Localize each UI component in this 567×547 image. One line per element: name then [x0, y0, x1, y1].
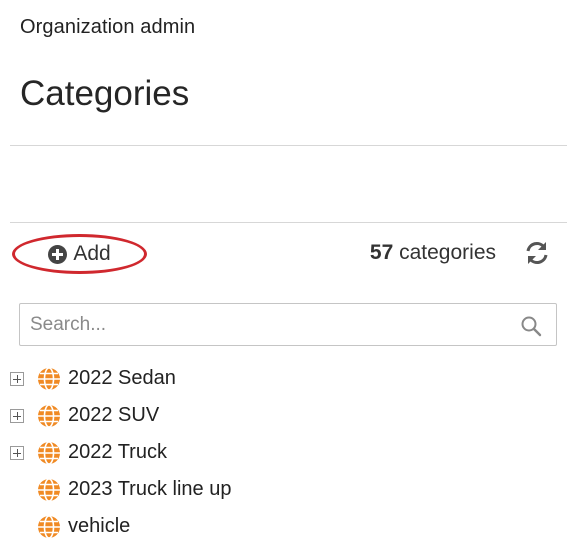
- category-count: 57 categories: [370, 241, 496, 265]
- plus-circle-icon: [48, 244, 68, 264]
- globe-icon: [38, 403, 60, 428]
- globe-icon: [38, 440, 60, 465]
- tree-item-label[interactable]: vehicle: [68, 515, 130, 538]
- add-button-label: Add: [73, 242, 111, 265]
- tree-item[interactable]: 2023 Truck line up: [10, 471, 550, 508]
- expand-icon[interactable]: [10, 408, 24, 423]
- globe-icon: [38, 366, 60, 391]
- globe-icon: [38, 477, 60, 502]
- search-box: [19, 303, 557, 346]
- tree-item-label[interactable]: 2022 SUV: [68, 404, 159, 427]
- search-input[interactable]: [20, 304, 556, 345]
- divider: [10, 222, 567, 223]
- tree-item-label[interactable]: 2022 Truck: [68, 441, 167, 464]
- add-button-content: Add: [48, 242, 111, 266]
- breadcrumb[interactable]: Organization admin: [20, 16, 195, 39]
- tree-item[interactable]: vehicle: [10, 508, 550, 545]
- tree-item[interactable]: 2022 Truck: [10, 434, 550, 471]
- expand-icon[interactable]: [10, 371, 24, 386]
- globe-icon: [38, 514, 60, 539]
- page-title: Categories: [20, 74, 190, 113]
- divider: [10, 145, 567, 146]
- refresh-icon[interactable]: [524, 240, 550, 266]
- tree-item[interactable]: 2022 SUV: [10, 397, 550, 434]
- tree-item-label[interactable]: 2023 Truck line up: [68, 478, 231, 501]
- tree-item-label[interactable]: 2022 Sedan: [68, 367, 176, 390]
- category-count-number: 57: [369, 241, 394, 264]
- search-icon[interactable]: [520, 315, 542, 337]
- expand-icon[interactable]: [10, 445, 24, 460]
- category-tree: 2022 Sedan 2022 SUV 2022 Truck 2023 Truc…: [10, 360, 550, 545]
- add-button[interactable]: Add: [12, 234, 147, 274]
- tree-item[interactable]: 2022 Sedan: [10, 360, 550, 397]
- category-count-label: categories: [399, 241, 496, 264]
- page: Organization admin Categories Add 57 cat…: [0, 0, 567, 547]
